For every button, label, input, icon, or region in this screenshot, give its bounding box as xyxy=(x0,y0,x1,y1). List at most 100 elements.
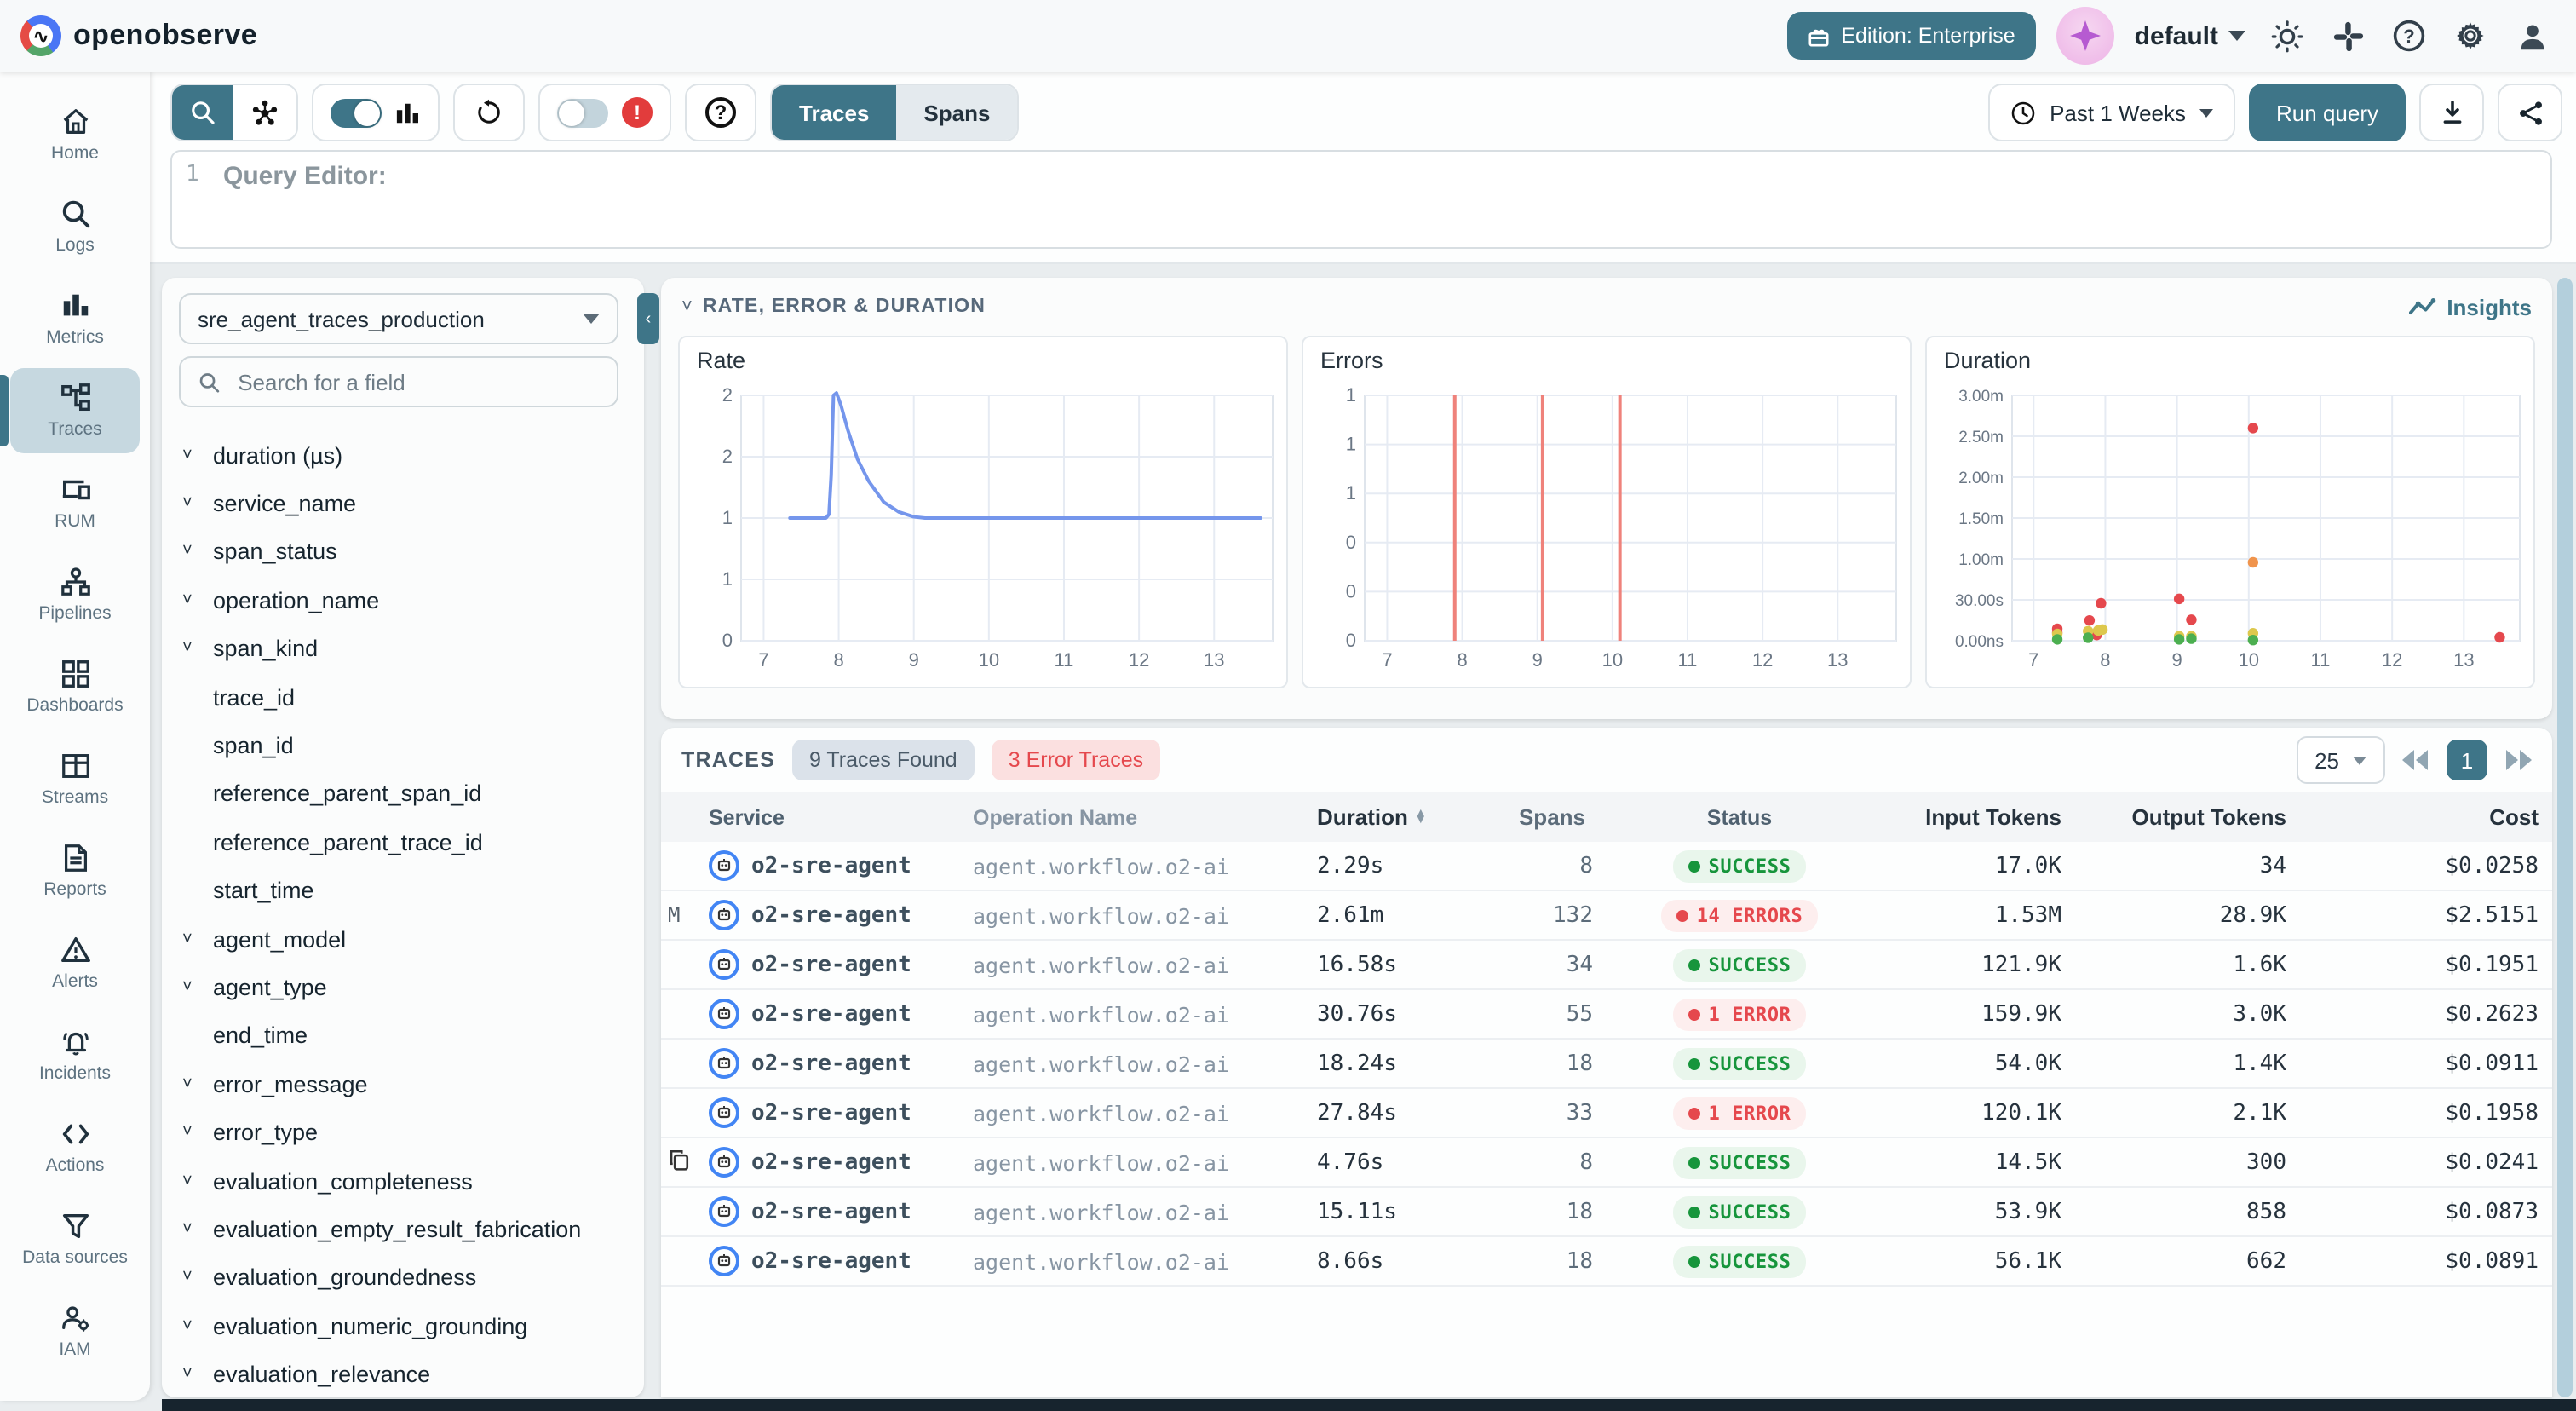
col-service[interactable]: Service xyxy=(699,805,963,829)
query-editor[interactable]: 1 Query Editor: xyxy=(170,150,2552,249)
slack-button[interactable] xyxy=(2327,15,2368,56)
field-item-error-type[interactable]: ˅error_type xyxy=(162,1109,644,1157)
insights-link[interactable]: Insights xyxy=(2409,294,2532,320)
error-traces-badge[interactable]: 3 Error Traces xyxy=(992,740,1160,780)
trace-row[interactable]: o2-sre-agentagent.workflow.o2-ai4.76s8SU… xyxy=(661,1138,2552,1188)
field-item-span-kind[interactable]: ˅span_kind xyxy=(162,625,644,673)
histogram-toggle[interactable] xyxy=(331,98,382,127)
edition-badge[interactable]: Edition: Enterprise xyxy=(1786,12,2035,60)
chevron-down-icon[interactable]: ˅ xyxy=(681,297,693,317)
sidebar-item-traces[interactable]: Traces xyxy=(10,368,140,453)
copy-icon[interactable] xyxy=(668,1149,690,1176)
time-range-picker[interactable]: Past 1 Weeks xyxy=(1988,84,2235,141)
col-status[interactable]: Status xyxy=(1603,805,1876,829)
chevron-down-icon[interactable]: ˅ xyxy=(182,446,206,464)
collapse-fields-button[interactable]: ‹ xyxy=(637,293,659,344)
field-item-start-time[interactable]: start_time xyxy=(162,867,644,915)
trace-row[interactable]: o2-sre-agentagent.workflow.o2-ai27.84s33… xyxy=(661,1089,2552,1138)
field-item-evaluation-groundedness[interactable]: ˅evaluation_groundedness xyxy=(162,1253,644,1302)
field-item-reference-parent-trace-id[interactable]: reference_parent_trace_id xyxy=(162,818,644,867)
vertical-scrollbar[interactable] xyxy=(2557,278,2573,1397)
sidebar-item-alerts[interactable]: Alerts xyxy=(10,920,140,1005)
trace-row[interactable]: Mo2-sre-agentagent.workflow.o2-ai2.61m13… xyxy=(661,891,2552,941)
field-item-evaluation-numeric-grounding[interactable]: ˅evaluation_numeric_grounding xyxy=(162,1302,644,1351)
sidebar-item-iam[interactable]: IAM xyxy=(10,1288,140,1374)
field-item-agent-model[interactable]: ˅agent_model xyxy=(162,915,644,964)
field-item-evaluation-empty-result-fabrication[interactable]: ˅evaluation_empty_result_fabrication xyxy=(162,1206,644,1254)
run-query-button[interactable]: Run query xyxy=(2249,84,2406,141)
help-button[interactable]: ? xyxy=(2389,15,2429,56)
chevron-down-icon[interactable]: ˅ xyxy=(182,1075,206,1094)
chevron-down-icon[interactable]: ˅ xyxy=(182,1123,206,1142)
sidebar-item-streams[interactable]: Streams xyxy=(10,736,140,821)
chevron-down-icon[interactable]: ˅ xyxy=(182,494,206,513)
field-item-agent-type[interactable]: ˅agent_type xyxy=(162,964,644,1012)
trace-row[interactable]: o2-sre-agentagent.workflow.o2-ai8.66s18S… xyxy=(661,1237,2552,1287)
errors-only-toggle[interactable] xyxy=(557,98,608,127)
chevron-down-icon[interactable]: ˅ xyxy=(182,930,206,948)
field-item-evaluation-relevance[interactable]: ˅evaluation_relevance xyxy=(162,1351,644,1397)
refresh-icon[interactable] xyxy=(475,99,503,126)
sidebar-item-pipelines[interactable]: Pipelines xyxy=(10,552,140,637)
field-item-duration-s-[interactable]: ˅duration (µs) xyxy=(162,431,644,480)
per-page-select[interactable]: 25 xyxy=(2296,736,2385,784)
field-item-error-message[interactable]: ˅error_message xyxy=(162,1060,644,1109)
field-item-span-status[interactable]: ˅span_status xyxy=(162,528,644,577)
last-page-button[interactable] xyxy=(2504,750,2532,770)
tab-traces[interactable]: Traces xyxy=(772,85,896,140)
field-search-input[interactable] xyxy=(234,367,600,396)
search-mode-button[interactable] xyxy=(172,84,233,141)
chevron-down-icon[interactable]: ˅ xyxy=(182,1220,206,1239)
sidebar-item-rum[interactable]: RUM xyxy=(10,460,140,545)
traces-table: Service Operation Name Duration ▲▼ Spans… xyxy=(661,792,2552,1287)
field-item-reference-parent-span-id[interactable]: reference_parent_span_id xyxy=(162,769,644,818)
col-spans[interactable]: Spans xyxy=(1501,804,1603,830)
trace-row[interactable]: o2-sre-agentagent.workflow.o2-ai30.76s55… xyxy=(661,990,2552,1040)
tab-spans[interactable]: Spans xyxy=(896,85,1017,140)
share-button[interactable] xyxy=(2498,84,2562,141)
col-operation-name[interactable]: Operation Name xyxy=(963,805,1297,829)
field-item-span-id[interactable]: span_id xyxy=(162,722,644,770)
trace-row[interactable]: o2-sre-agentagent.workflow.o2-ai16.58s34… xyxy=(661,941,2552,990)
sidebar-item-dashboards[interactable]: Dashboards xyxy=(10,644,140,729)
col-input-tokens[interactable]: Input Tokens xyxy=(1876,804,2072,830)
sidebar-item-home[interactable]: Home xyxy=(10,92,140,177)
sidebar-item-metrics[interactable]: Metrics xyxy=(10,276,140,361)
chevron-down-icon[interactable]: ˅ xyxy=(182,1269,206,1287)
theme-toggle-button[interactable] xyxy=(2266,15,2307,56)
user-menu-button[interactable] xyxy=(2511,15,2552,56)
field-item-operation-name[interactable]: ˅operation_name xyxy=(162,576,644,625)
chevron-down-icon[interactable]: ˅ xyxy=(182,640,206,659)
chevron-down-icon[interactable]: ˅ xyxy=(182,591,206,610)
field-item-end-time[interactable]: end_time xyxy=(162,1011,644,1060)
chevron-down-icon[interactable]: ˅ xyxy=(182,543,206,562)
sidebar-item-logs[interactable]: Logs xyxy=(10,184,140,269)
chevron-down-icon[interactable]: ˅ xyxy=(182,1316,206,1335)
chevron-down-icon[interactable]: ˅ xyxy=(182,1365,206,1384)
field-item-trace-id[interactable]: trace_id xyxy=(162,673,644,722)
field-item-evaluation-completeness[interactable]: ˅evaluation_completeness xyxy=(162,1157,644,1206)
trace-row[interactable]: o2-sre-agentagent.workflow.o2-ai18.24s18… xyxy=(661,1040,2552,1089)
first-page-button[interactable] xyxy=(2402,750,2429,770)
chevron-down-icon[interactable]: ˅ xyxy=(182,978,206,997)
download-button[interactable] xyxy=(2419,84,2484,141)
sidebar-item-data-sources[interactable]: Data sources xyxy=(10,1196,140,1281)
trace-row[interactable]: o2-sre-agentagent.workflow.o2-ai2.29s8SU… xyxy=(661,842,2552,891)
logo[interactable]: ∿ openobserve xyxy=(0,15,257,56)
col-cost[interactable]: Cost xyxy=(2297,804,2552,830)
service-map-button[interactable] xyxy=(233,84,296,141)
sidebar-item-reports[interactable]: Reports xyxy=(10,828,140,913)
org-selector[interactable]: default xyxy=(2135,21,2245,50)
field-item-service-name[interactable]: ˅service_name xyxy=(162,480,644,528)
sidebar-item-actions[interactable]: Actions xyxy=(10,1104,140,1189)
col-duration[interactable]: Duration ▲▼ xyxy=(1297,804,1501,830)
chevron-down-icon[interactable]: ˅ xyxy=(182,1172,206,1190)
sidebar-item-incidents[interactable]: Incidents xyxy=(10,1012,140,1097)
stream-selector[interactable]: sre_agent_traces_production xyxy=(179,293,618,344)
col-output-tokens[interactable]: Output Tokens xyxy=(2072,804,2297,830)
settings-button[interactable] xyxy=(2450,15,2491,56)
trace-row[interactable]: o2-sre-agentagent.workflow.o2-ai15.11s18… xyxy=(661,1188,2552,1237)
query-help-icon[interactable]: ? xyxy=(705,97,736,128)
page-1-button[interactable]: 1 xyxy=(2447,740,2487,780)
ai-assistant-button[interactable] xyxy=(2056,7,2114,65)
